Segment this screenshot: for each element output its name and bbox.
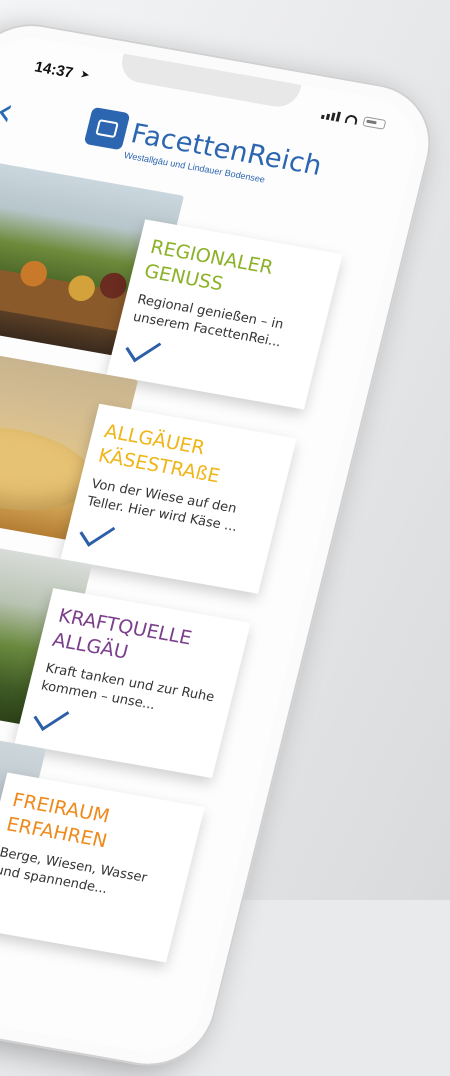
battery-icon [362, 116, 387, 130]
signal-icon [320, 109, 341, 122]
location-arrow-icon: ➤ [78, 67, 92, 82]
status-time: 14:37 [32, 58, 75, 82]
wifi-icon [344, 113, 359, 125]
status-icons [320, 109, 387, 130]
checkmark-icon [125, 331, 162, 363]
card-text-box: FREIRAUM ERFAHREN Berge, Wiesen, Wasser … [0, 772, 205, 963]
checkmark-icon [33, 699, 70, 732]
checkmark-icon [79, 515, 116, 547]
logo-mark-icon [83, 106, 131, 151]
back-arrow-icon[interactable]: ‹ [0, 88, 19, 135]
